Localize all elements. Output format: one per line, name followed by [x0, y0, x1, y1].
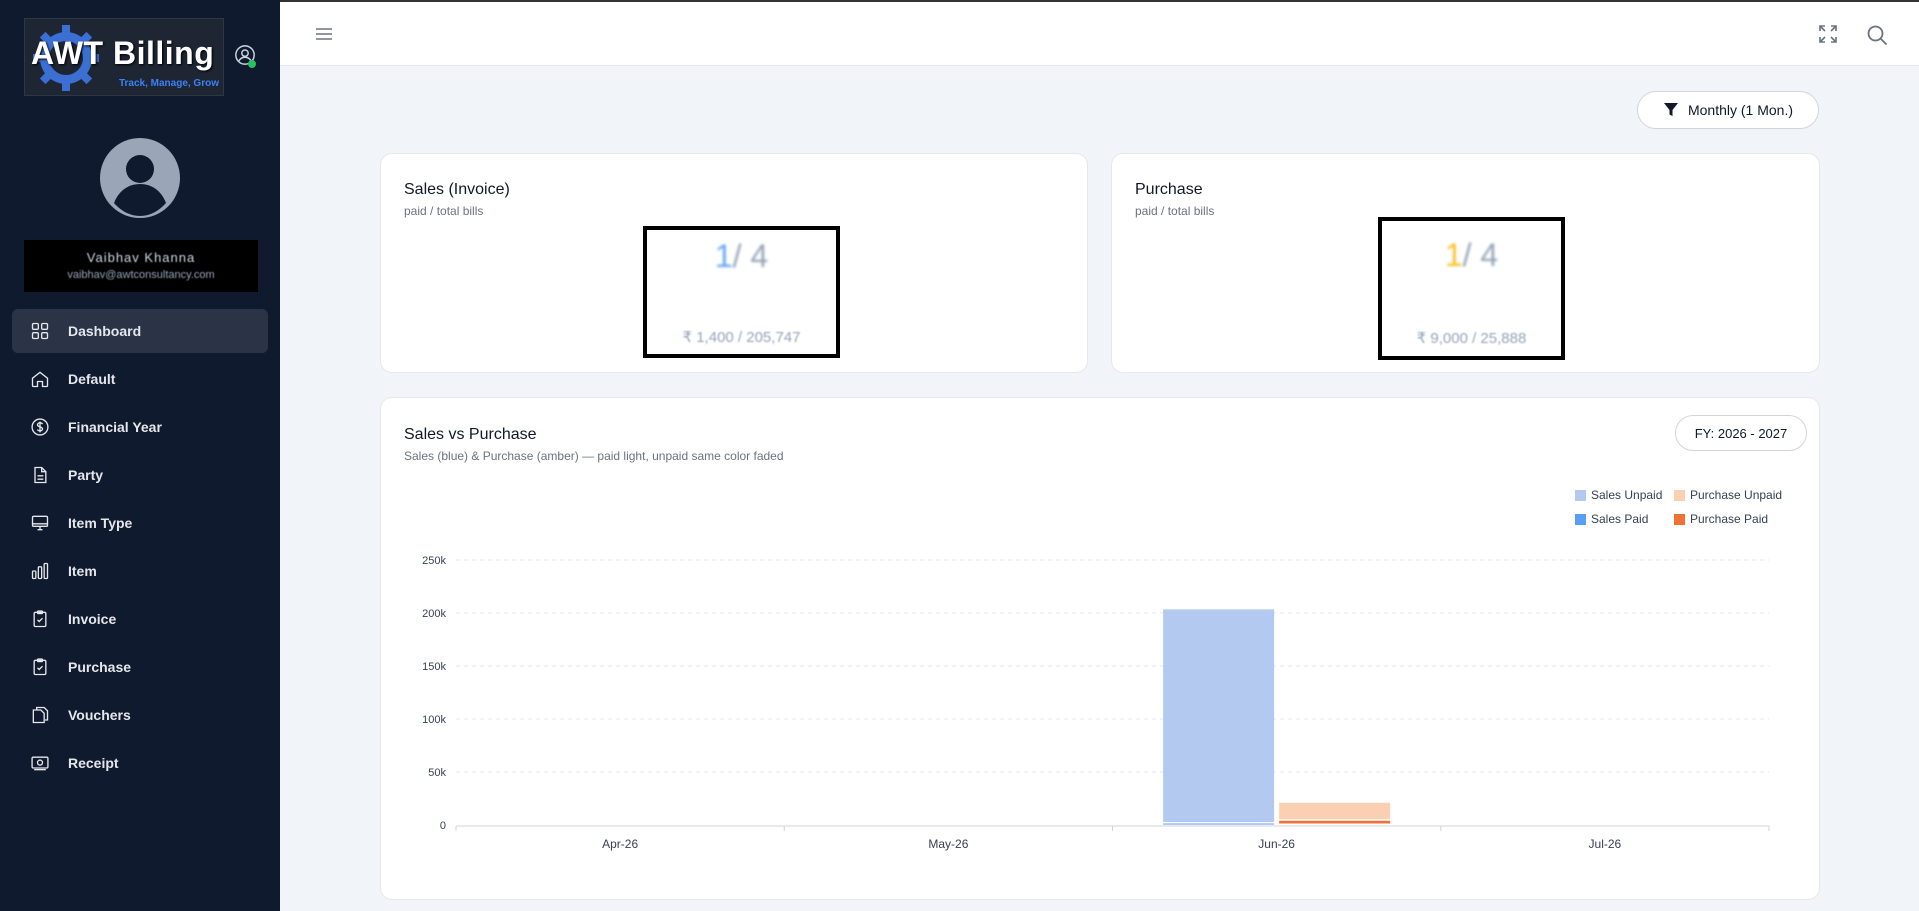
sidebar-item-label: Party	[68, 467, 104, 483]
sidebar-item-receipt[interactable]: Receipt	[12, 741, 268, 785]
sidebar-item-label: Dashboard	[68, 323, 142, 339]
sidebar-item-party[interactable]: Party	[12, 453, 268, 497]
sidebar-item-label: Financial Year	[68, 419, 162, 435]
clipboard-check-icon	[33, 610, 47, 628]
home-icon	[31, 371, 49, 388]
sidebar-item-label: Item	[68, 563, 97, 579]
period-filter-button[interactable]: Monthly (1 Mon.)	[1637, 91, 1819, 129]
clipboard-check-icon	[33, 658, 47, 676]
sidebar-item-default[interactable]: Default	[12, 357, 268, 401]
x-tick-label: Jul-26	[1589, 837, 1622, 851]
card-subtitle: paid / total bills	[1135, 204, 1215, 218]
card-title: Purchase	[1135, 181, 1203, 198]
sidebar-item-invoice[interactable]: Invoice	[12, 597, 268, 641]
sidebar-item-label: Invoice	[68, 611, 117, 627]
filter-icon	[1663, 103, 1678, 116]
bar-sales-unpaid	[1163, 609, 1275, 823]
y-tick-label: 100k	[422, 714, 446, 726]
card-title: Sales (Invoice)	[404, 181, 510, 198]
monitor-icon	[31, 515, 49, 531]
sidebar-item-label: Item Type	[68, 515, 133, 531]
logo-text: AWT Billing	[31, 35, 215, 71]
sales-amounts: ₹ 1,400 / 205,747	[682, 329, 801, 346]
grid-icon	[31, 322, 49, 340]
sidebar: AWT Billing Track, Manage, Grow Vaibhav …	[0, 0, 280, 911]
y-tick-label: 50k	[428, 767, 446, 779]
sales-card: Sales (Invoice) paid / total bills 1/ 4 …	[380, 153, 1088, 373]
sidebar-item-label: Receipt	[68, 755, 119, 771]
y-tick-label: 0	[440, 820, 446, 832]
cash-icon	[31, 756, 49, 771]
fullscreen-icon[interactable]	[1818, 24, 1838, 44]
app-logo[interactable]: AWT Billing Track, Manage, Grow	[24, 18, 224, 96]
sidebar-item-item-type[interactable]: Item Type	[12, 501, 268, 545]
bar-chart-icon	[31, 562, 49, 580]
bar-purchase-paid	[1279, 820, 1391, 824]
card-subtitle: paid / total bills	[404, 204, 484, 218]
sidebar-item-dashboard[interactable]: Dashboard	[12, 309, 268, 353]
sales-vs-purchase-card: Sales vs Purchase Sales (blue) & Purchas…	[380, 397, 1820, 900]
copy-icon	[32, 706, 49, 724]
user-name: Vaibhav Khanna	[86, 250, 196, 265]
x-tick-label: May-26	[928, 837, 968, 851]
sales-stat-box: 1/ 4 ₹ 1,400 / 205,747	[643, 226, 840, 358]
sales-total-count: / 4	[732, 238, 769, 274]
purchase-bill-count: 1/ 4	[1382, 237, 1561, 274]
bar-sales-paid	[1163, 823, 1275, 825]
purchase-amounts: ₹ 9,000 / 25,888	[1416, 330, 1527, 347]
sidebar-item-financial-year[interactable]: Financial Year	[12, 405, 268, 449]
sidebar-item-label: Default	[68, 371, 116, 387]
online-status-dot	[248, 60, 256, 68]
bar-purchase-unpaid	[1279, 802, 1391, 820]
sales-paid-count: 1	[714, 238, 733, 274]
purchase-paid-count: 1	[1444, 237, 1463, 273]
sidebar-item-vouchers[interactable]: Vouchers	[12, 693, 268, 737]
sales-bill-count: 1/ 4	[647, 238, 836, 275]
sidebar-item-label: Vouchers	[68, 707, 131, 723]
topbar	[280, 0, 1919, 66]
logo-tagline: Track, Manage, Grow	[118, 78, 219, 89]
y-tick-label: 150k	[422, 661, 446, 673]
filter-label: Monthly (1 Mon.)	[1687, 102, 1794, 118]
sales-vs-purchase-chart: 0 50k 100k 150k 200k 250k Apr-26 May-26 Jun-26 Ju…	[422, 555, 1770, 851]
purchase-card: Purchase paid / total bills 1/ 4 ₹ 9,000…	[1111, 153, 1820, 373]
user-info: Vaibhav Khanna vaibhav@awtconsultancy.co…	[24, 240, 258, 292]
document-icon	[34, 466, 47, 484]
purchase-stat-box: 1/ 4 ₹ 9,000 / 25,888	[1378, 217, 1565, 360]
x-tick-label: Jun-26	[1258, 837, 1295, 851]
sidebar-nav: Dashboard Default Financial Year Party I…	[12, 309, 268, 789]
sidebar-item-item[interactable]: Item	[12, 549, 268, 593]
avatar	[100, 138, 180, 218]
y-tick-label: 250k	[422, 555, 446, 567]
sidebar-item-purchase[interactable]: Purchase	[12, 645, 268, 689]
y-tick-label: 200k	[422, 608, 446, 620]
user-email: vaibhav@awtconsultancy.com	[67, 269, 215, 281]
sidebar-item-label: Purchase	[68, 659, 132, 675]
x-tick-label: Apr-26	[602, 837, 638, 851]
search-icon[interactable]	[1866, 24, 1888, 46]
hamburger-menu-icon[interactable]	[314, 24, 334, 44]
dollar-circle-icon	[31, 418, 49, 436]
purchase-total-count: / 4	[1462, 237, 1499, 273]
